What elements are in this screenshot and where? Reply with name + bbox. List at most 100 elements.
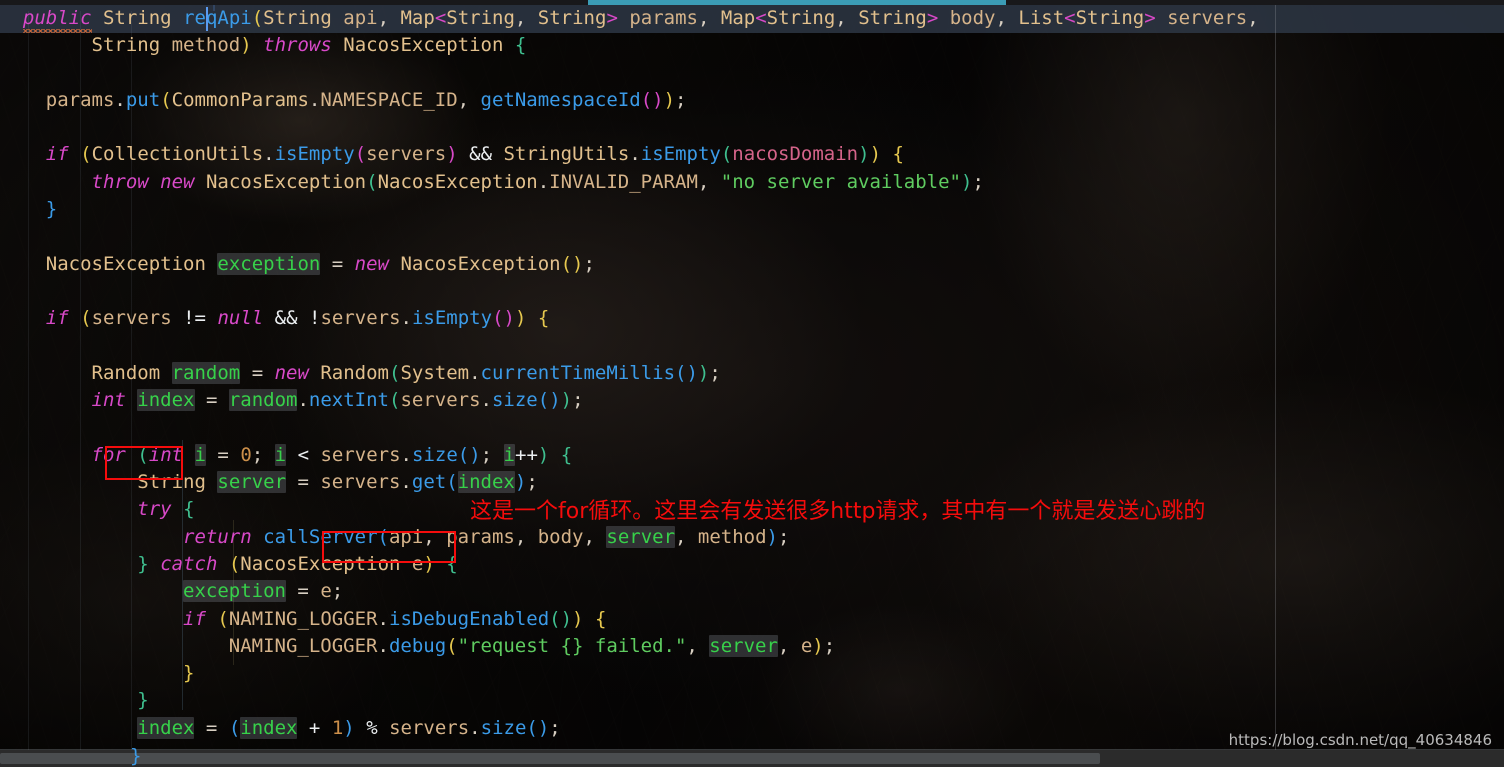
code-text-area[interactable]: public String reqApi(String api, Map<Str… bbox=[0, 5, 1504, 750]
code-token: ; bbox=[972, 170, 984, 193]
code-token: new bbox=[160, 170, 195, 193]
code-token: = bbox=[240, 361, 275, 384]
code-line[interactable] bbox=[0, 223, 1504, 250]
code-token: < bbox=[1064, 7, 1076, 29]
code-token: NacosException bbox=[343, 34, 504, 57]
code-token: catch bbox=[160, 552, 218, 575]
code-line[interactable]: String server = servers.get(index); bbox=[0, 469, 1504, 496]
code-token: , bbox=[697, 7, 721, 29]
code-token: String bbox=[537, 7, 607, 29]
code-line[interactable]: for (int i = 0; i < servers.size(); i++)… bbox=[0, 442, 1504, 469]
code-line[interactable]: } catch (NacosException e) { bbox=[0, 551, 1504, 578]
code-token: String bbox=[137, 471, 206, 494]
code-line[interactable] bbox=[0, 60, 1504, 87]
code-line[interactable]: exception = e; bbox=[0, 578, 1504, 605]
code-token: () bbox=[537, 389, 561, 412]
code-line[interactable] bbox=[0, 333, 1504, 360]
code-token: ; bbox=[572, 389, 584, 412]
code-token: ( bbox=[80, 307, 92, 330]
code-token: . bbox=[377, 607, 389, 630]
code-token: } bbox=[183, 662, 195, 685]
code-token: != bbox=[183, 307, 206, 330]
code-token: body bbox=[949, 7, 996, 29]
code-line[interactable]: throw new NacosException(NacosException.… bbox=[0, 169, 1504, 196]
code-token: exception bbox=[217, 252, 321, 275]
code-line[interactable]: if (servers != null && !servers.isEmpty(… bbox=[0, 305, 1504, 332]
code-token: . bbox=[263, 143, 275, 166]
code-token: isEmpty bbox=[640, 143, 721, 166]
code-token: { bbox=[446, 552, 458, 575]
code-token: i bbox=[194, 443, 206, 466]
code-token: servers bbox=[389, 716, 470, 739]
code-line[interactable]: params.put(CommonParams.NAMESPACE_ID, ge… bbox=[0, 87, 1504, 114]
code-token: ( bbox=[217, 607, 229, 630]
code-token: Random bbox=[320, 361, 389, 384]
code-token: ) bbox=[343, 716, 355, 739]
code-token: ( bbox=[366, 170, 378, 193]
code-token: params bbox=[446, 525, 515, 548]
code-token: ) bbox=[961, 170, 973, 193]
code-token: ( bbox=[160, 88, 172, 111]
code-token: < bbox=[755, 7, 767, 29]
code-token: servers bbox=[320, 471, 401, 494]
code-token: ; bbox=[526, 471, 538, 494]
code-editor-window: public String reqApi(String api, Map<Str… bbox=[0, 0, 1504, 767]
code-token: NAMING_LOGGER bbox=[228, 634, 378, 657]
code-line[interactable] bbox=[0, 414, 1504, 441]
code-token: ) bbox=[446, 143, 458, 166]
code-line[interactable]: int index = random.nextInt(servers.size(… bbox=[0, 387, 1504, 414]
code-token: servers bbox=[400, 389, 481, 412]
code-line[interactable]: } bbox=[0, 687, 1504, 714]
code-token: ( bbox=[137, 443, 149, 466]
code-line[interactable] bbox=[0, 114, 1504, 141]
code-token: . bbox=[400, 443, 412, 466]
code-line[interactable]: if (NAMING_LOGGER.isDebugEnabled()) { bbox=[0, 606, 1504, 633]
code-line[interactable]: Random random = new Random(System.curren… bbox=[0, 360, 1504, 387]
code-line[interactable]: NAMING_LOGGER.debug("request {} failed."… bbox=[0, 633, 1504, 660]
last-line-peek: } bbox=[130, 745, 142, 767]
code-token: ) bbox=[514, 471, 527, 494]
code-token: server bbox=[709, 634, 778, 657]
code-token: < bbox=[434, 7, 447, 29]
code-line[interactable]: } bbox=[0, 660, 1504, 687]
code-line[interactable]: } bbox=[0, 196, 1504, 223]
code-token: servers bbox=[366, 143, 447, 166]
code-line[interactable]: if (CollectionUtils.isEmpty(servers) && … bbox=[0, 141, 1504, 168]
horizontal-scrollbar-track[interactable] bbox=[0, 750, 1504, 767]
code-token: . bbox=[480, 389, 492, 412]
code-line[interactable] bbox=[0, 278, 1504, 305]
code-token: } bbox=[137, 689, 149, 712]
code-line[interactable]: return callServer(api, params, body, ser… bbox=[0, 524, 1504, 551]
code-token: () bbox=[492, 307, 515, 330]
horizontal-scrollbar-thumb[interactable] bbox=[0, 753, 1100, 764]
code-token: ; bbox=[709, 361, 721, 384]
code-token: ++ bbox=[515, 443, 538, 466]
code-token: ( bbox=[251, 7, 264, 29]
code-line[interactable]: NacosException exception = new NacosExce… bbox=[0, 251, 1504, 278]
code-token: () bbox=[675, 361, 698, 384]
code-token: NacosException bbox=[400, 252, 561, 275]
code-token: i bbox=[503, 443, 515, 466]
code-token: ) bbox=[869, 143, 882, 166]
code-line[interactable]: String method) throws NacosException { bbox=[0, 32, 1504, 59]
code-token: int bbox=[91, 389, 126, 412]
code-token: int bbox=[148, 443, 184, 466]
code-token: ( bbox=[389, 389, 401, 412]
code-token: return bbox=[183, 525, 252, 548]
code-line[interactable]: public String reqApi(String api, Map<Str… bbox=[0, 5, 1504, 32]
